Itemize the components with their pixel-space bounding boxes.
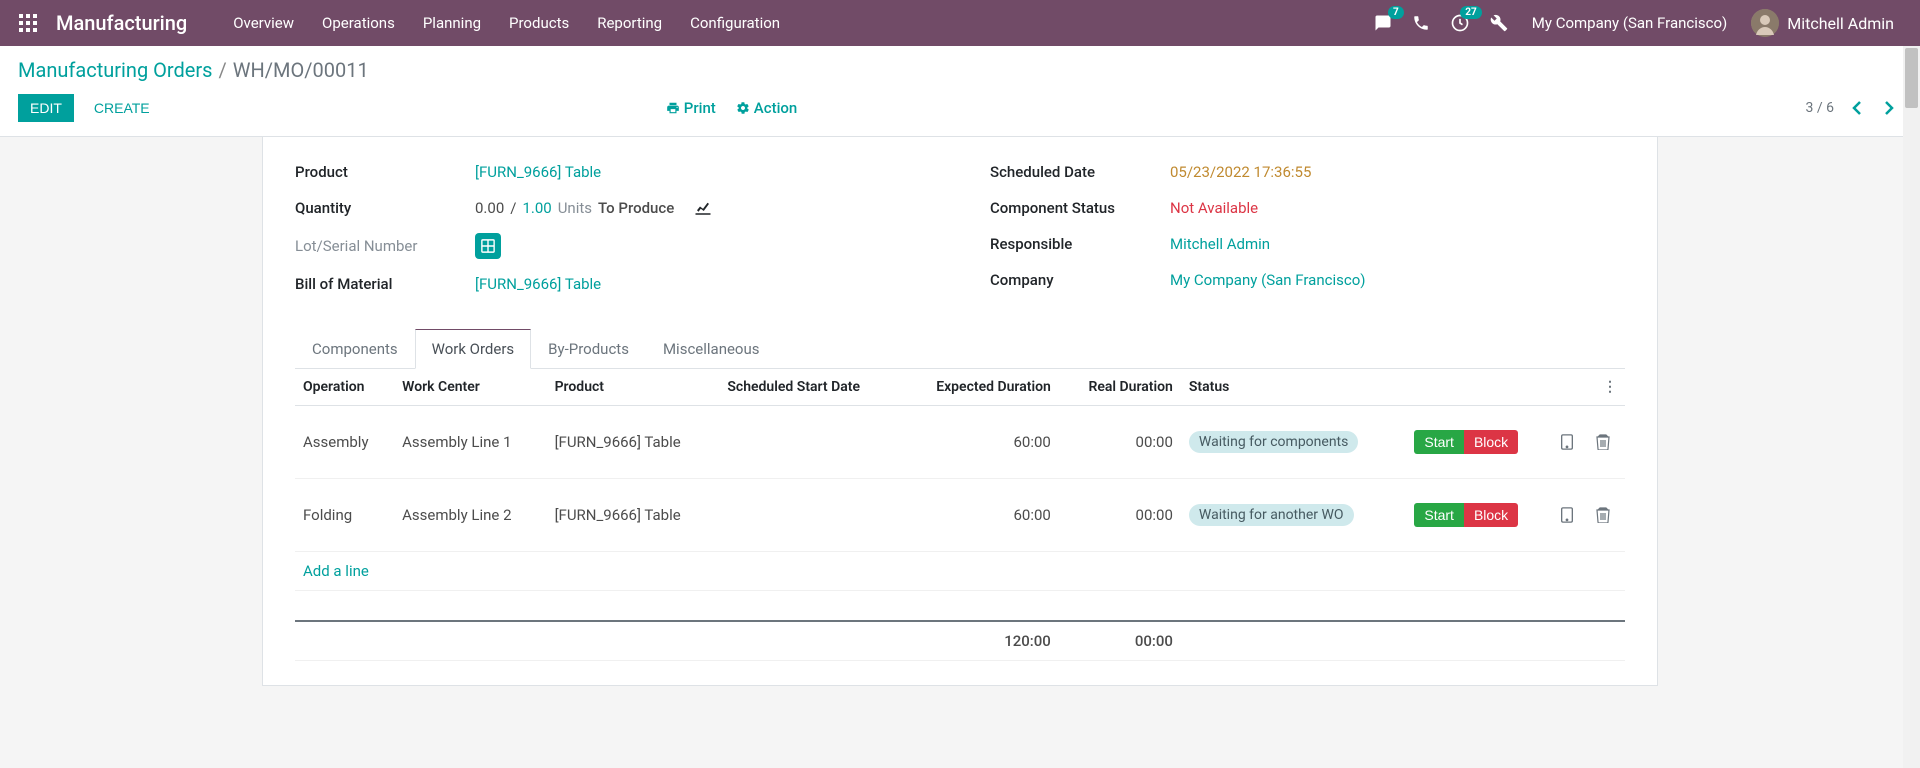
tab-by-products[interactable]: By-Products xyxy=(531,329,646,369)
brand-title[interactable]: Manufacturing xyxy=(56,11,187,35)
print-icon xyxy=(666,101,680,115)
edit-button[interactable]: EDIT xyxy=(18,94,74,122)
total-real: 00:00 xyxy=(1059,621,1181,661)
totals-row: 120:00 00:00 xyxy=(295,621,1625,661)
cell-expected-duration: 60:00 xyxy=(900,406,1059,479)
menu-operations[interactable]: Operations xyxy=(308,0,409,46)
component-status-label: Component Status xyxy=(990,199,1170,217)
cell-scheduled-start xyxy=(719,479,900,552)
avatar xyxy=(1751,9,1779,37)
menu-planning[interactable]: Planning xyxy=(409,0,495,46)
menu-reporting[interactable]: Reporting xyxy=(583,0,676,46)
menu-overview[interactable]: Overview xyxy=(219,0,308,46)
apps-icon[interactable] xyxy=(16,11,40,35)
block-button[interactable]: Block xyxy=(1464,503,1518,527)
breadcrumb-current: WH/MO/00011 xyxy=(233,58,369,82)
product-value[interactable]: [FURN_9666] Table xyxy=(475,163,930,181)
user-name: Mitchell Admin xyxy=(1787,14,1894,33)
activity-icon[interactable]: 27 xyxy=(1440,0,1480,46)
columns-options-icon[interactable]: ⋮ xyxy=(1603,379,1617,395)
col-product[interactable]: Product xyxy=(547,369,720,406)
user-menu[interactable]: Mitchell Admin xyxy=(1741,9,1904,37)
col-scheduled-start[interactable]: Scheduled Start Date xyxy=(719,369,900,406)
breadcrumb-parent[interactable]: Manufacturing Orders xyxy=(18,58,213,82)
pager-next[interactable] xyxy=(1878,96,1902,120)
cell-work-center: Assembly Line 1 xyxy=(394,406,546,479)
add-line-button[interactable]: Add a line xyxy=(303,562,369,580)
cell-operation: Assembly xyxy=(295,406,394,479)
delete-icon[interactable] xyxy=(1596,491,1617,541)
navbar: Manufacturing Overview Operations Planni… xyxy=(0,0,1920,46)
product-label: Product xyxy=(295,163,475,181)
cell-product: [FURN_9666] Table xyxy=(547,406,720,479)
quantity-label: Quantity xyxy=(295,199,475,217)
status-badge: Waiting for components xyxy=(1189,431,1358,453)
tab-work-orders[interactable]: Work Orders xyxy=(415,329,532,369)
start-button[interactable]: Start xyxy=(1414,503,1464,527)
col-work-center[interactable]: Work Center xyxy=(394,369,546,406)
pager: 3 / 6 xyxy=(1805,96,1901,120)
company-label: Company xyxy=(990,271,1170,289)
breadcrumb: Manufacturing Orders / WH/MO/00011 xyxy=(18,58,1902,82)
cell-operation: Folding xyxy=(295,479,394,552)
component-status-value: Not Available xyxy=(1170,199,1625,217)
total-expected: 120:00 xyxy=(900,621,1059,661)
menu-configuration[interactable]: Configuration xyxy=(676,0,794,46)
action-button[interactable]: Action xyxy=(736,99,797,117)
cell-work-center: Assembly Line 2 xyxy=(394,479,546,552)
col-expected-duration[interactable]: Expected Duration xyxy=(900,369,1059,406)
cell-expected-duration: 60:00 xyxy=(900,479,1059,552)
scheduled-date-value: 05/23/2022 17:36:55 xyxy=(1170,163,1625,181)
tablet-icon[interactable] xyxy=(1560,491,1580,541)
qty-done: 0.00 xyxy=(475,199,504,217)
work-orders-table: Operation Work Center Product Scheduled … xyxy=(295,369,1625,661)
cell-product: [FURN_9666] Table xyxy=(547,479,720,552)
control-panel: Manufacturing Orders / WH/MO/00011 EDIT … xyxy=(0,46,1920,137)
table-row[interactable]: AssemblyAssembly Line 1[FURN_9666] Table… xyxy=(295,406,1625,479)
company-value[interactable]: My Company (San Francisco) xyxy=(1170,271,1625,289)
bom-label: Bill of Material xyxy=(295,275,475,293)
cell-scheduled-start xyxy=(719,406,900,479)
cell-real-duration: 00:00 xyxy=(1059,479,1181,552)
col-operation[interactable]: Operation xyxy=(295,369,394,406)
tab-miscellaneous[interactable]: Miscellaneous xyxy=(646,329,777,369)
phone-icon[interactable] xyxy=(1402,0,1440,46)
qty-unit: Units xyxy=(558,199,592,217)
tabs: Components Work Orders By-Products Misce… xyxy=(295,329,1625,369)
responsible-value[interactable]: Mitchell Admin xyxy=(1170,235,1625,253)
tablet-icon[interactable] xyxy=(1560,418,1580,468)
tools-icon[interactable] xyxy=(1480,0,1518,46)
scheduled-date-label: Scheduled Date xyxy=(990,163,1170,181)
scrollbar[interactable] xyxy=(1903,46,1920,768)
cell-real-duration: 00:00 xyxy=(1059,406,1181,479)
messaging-icon[interactable]: 7 xyxy=(1364,0,1402,46)
col-status[interactable]: Status xyxy=(1181,369,1406,406)
activity-badge: 27 xyxy=(1460,6,1481,19)
block-button[interactable]: Block xyxy=(1464,430,1518,454)
print-button[interactable]: Print xyxy=(666,99,716,117)
form-sheet: Product [FURN_9666] Table Quantity 0.00 … xyxy=(262,137,1658,686)
company-selector[interactable]: My Company (San Francisco) xyxy=(1518,14,1741,32)
delete-icon[interactable] xyxy=(1596,418,1617,468)
tab-components[interactable]: Components xyxy=(295,329,415,369)
bom-value[interactable]: [FURN_9666] Table xyxy=(475,275,930,293)
responsible-label: Responsible xyxy=(990,235,1170,253)
start-button[interactable]: Start xyxy=(1414,430,1464,454)
lot-label: Lot/Serial Number xyxy=(295,237,475,255)
pager-prev[interactable] xyxy=(1844,96,1868,120)
qty-state: To Produce xyxy=(598,199,674,217)
gear-icon xyxy=(736,101,750,115)
col-real-duration[interactable]: Real Duration xyxy=(1059,369,1181,406)
status-badge: Waiting for another WO xyxy=(1189,504,1354,526)
forecast-icon[interactable] xyxy=(694,201,712,215)
pager-counter[interactable]: 3 / 6 xyxy=(1805,100,1833,116)
table-row[interactable]: FoldingAssembly Line 2[FURN_9666] Table 6… xyxy=(295,479,1625,552)
qty-todo[interactable]: 1.00 xyxy=(522,199,551,217)
menu-products[interactable]: Products xyxy=(495,0,583,46)
lot-assign-button[interactable] xyxy=(475,233,501,259)
create-button[interactable]: CREATE xyxy=(82,94,162,122)
